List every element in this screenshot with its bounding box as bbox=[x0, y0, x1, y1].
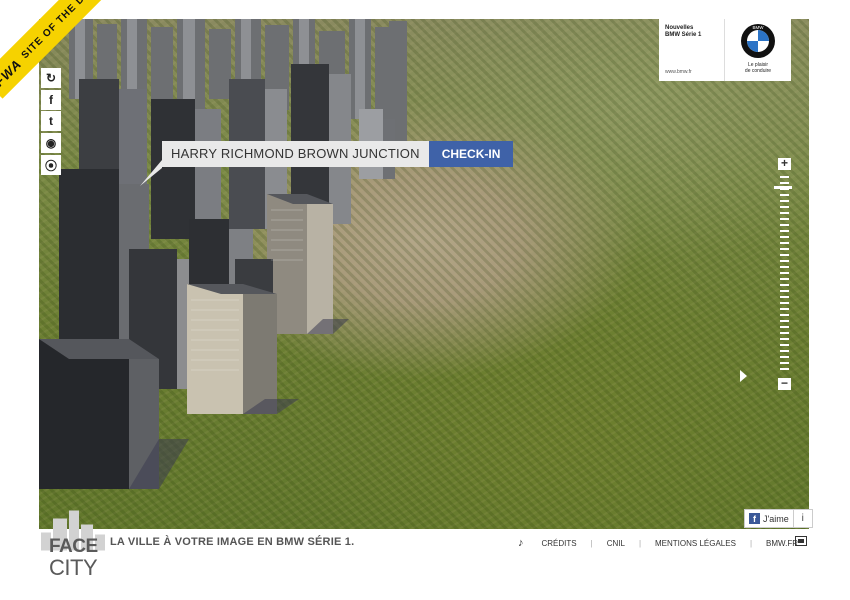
zoom-control[interactable]: + − bbox=[774, 157, 792, 390]
ad-slogan: Le plaisir de conduire bbox=[745, 62, 771, 74]
tagline: LA VILLE À VOTRE IMAGE EN BMW SÉRIE 1. bbox=[110, 536, 355, 548]
separator: | bbox=[638, 538, 642, 548]
twitter-share-button[interactable]: t bbox=[41, 111, 61, 131]
location-button[interactable]: ⦿ bbox=[41, 155, 61, 175]
refresh-button[interactable]: ↻ bbox=[41, 68, 61, 88]
ad-logo-panel: BMW Le plaisir de conduire bbox=[725, 19, 791, 81]
camera-button[interactable]: ◉ bbox=[41, 133, 61, 153]
ad-text-panel: Nouvelles BMW Série 1 www.bmw.fr bbox=[659, 19, 725, 81]
camera-icon: ◉ bbox=[45, 136, 57, 150]
brand-face: FACE bbox=[49, 536, 98, 557]
location-name: HARRY RICHMOND BROWN JUNCTION bbox=[162, 141, 429, 167]
refresh-icon: ↻ bbox=[45, 71, 57, 85]
bmw-fr-link[interactable]: BMW.FR bbox=[766, 539, 798, 548]
city-buildings bbox=[39, 19, 407, 489]
music-toggle-icon[interactable]: ♪ bbox=[518, 537, 524, 549]
bmw-logo-text: BMW bbox=[753, 25, 765, 30]
ad-line-1: Nouvelles bbox=[665, 25, 694, 31]
check-in-button[interactable]: CHECK-IN bbox=[428, 141, 514, 167]
facebook-like-button[interactable]: f J'aime bbox=[744, 509, 794, 528]
zoom-slider-handle[interactable] bbox=[774, 185, 792, 189]
facebook-icon: f bbox=[749, 513, 760, 524]
like-label: J'aime bbox=[763, 513, 789, 524]
legal-mentions-link[interactable]: MENTIONS LÉGALES bbox=[655, 539, 736, 548]
facebook-share-button[interactable]: f bbox=[41, 90, 61, 110]
twitter-icon: t bbox=[49, 114, 53, 128]
facebook-like-widget[interactable]: f J'aime i bbox=[744, 509, 813, 528]
zoom-slider-track[interactable] bbox=[780, 176, 789, 372]
location-tag: HARRY RICHMOND BROWN JUNCTION CHECK-IN bbox=[162, 141, 514, 167]
bmw-logo-icon: BMW bbox=[741, 24, 775, 58]
facebook-icon: f bbox=[49, 93, 53, 107]
location-icon: ⦿ bbox=[44, 158, 57, 173]
page: FWA SITE OF THE DAY ↻ f t ◉ ⦿ Nouvelles … bbox=[0, 0, 850, 600]
ad-url: www.bmw.fr bbox=[665, 69, 692, 75]
info-button[interactable]: i bbox=[793, 509, 813, 528]
zoom-out-button[interactable]: − bbox=[778, 377, 791, 390]
fwa-logo: FWA bbox=[0, 55, 25, 89]
cnil-link[interactable]: CNIL bbox=[607, 539, 625, 548]
3d-city-scene[interactable] bbox=[39, 19, 809, 529]
play-icon[interactable] bbox=[740, 370, 747, 382]
zoom-in-button[interactable]: + bbox=[778, 157, 791, 170]
fullscreen-icon[interactable] bbox=[795, 536, 807, 546]
footer-nav: ♪ CRÉDITS | CNIL | MENTIONS LÉGALES | BM… bbox=[518, 537, 798, 549]
ad-line-2: BMW Série 1 bbox=[665, 32, 702, 38]
credits-link[interactable]: CRÉDITS bbox=[542, 539, 577, 548]
bmw-ad-banner[interactable]: Nouvelles BMW Série 1 www.bmw.fr BMW Le … bbox=[659, 19, 791, 81]
tag-pointer bbox=[140, 160, 162, 186]
separator: | bbox=[749, 538, 753, 548]
separator: | bbox=[590, 538, 593, 548]
brand-city: CITY bbox=[49, 555, 98, 580]
ad-slogan-line-2: de conduire bbox=[744, 68, 772, 74]
